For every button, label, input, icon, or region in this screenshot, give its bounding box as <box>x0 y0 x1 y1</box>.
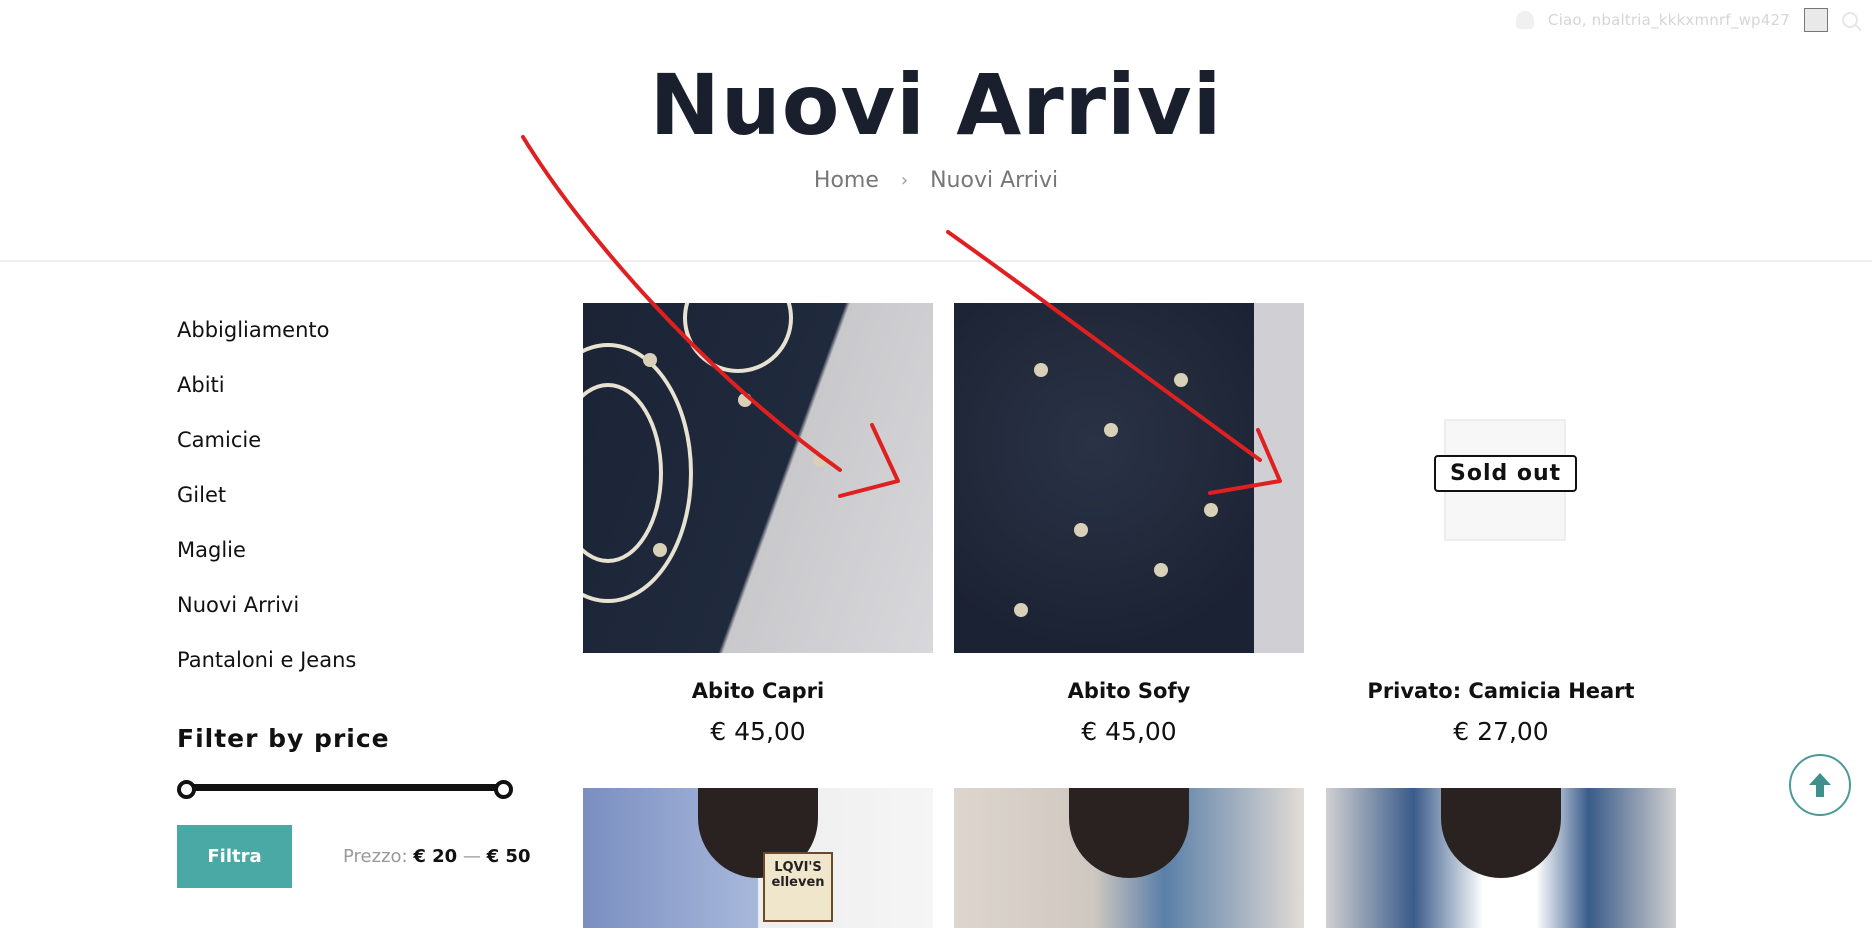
category-list: Abbigliamento Abiti Camicie Gilet Maglie… <box>177 310 517 695</box>
page-title: Nuovi Arrivi <box>649 56 1223 154</box>
arrow-up-icon <box>1809 773 1831 797</box>
embroidery-dot <box>1204 503 1218 517</box>
product-image[interactable] <box>1326 788 1676 928</box>
price-range-slider[interactable] <box>177 780 513 799</box>
price-label: Prezzo: <box>343 846 408 867</box>
page-header: Nuovi Arrivi Home › Nuovi Arrivi <box>0 0 1872 262</box>
breadcrumb: Home › Nuovi Arrivi <box>0 168 1872 193</box>
category-camicie[interactable]: Camicie <box>177 420 517 475</box>
embroidery-dot <box>813 453 827 467</box>
category-abbigliamento[interactable]: Abbigliamento <box>177 310 517 365</box>
embroidery-dot <box>1034 363 1048 377</box>
scroll-to-top-button[interactable] <box>1789 754 1851 816</box>
shirt-patch: LQVI'S elleven <box>763 852 833 922</box>
filter-price-heading: Filter by price <box>177 724 390 753</box>
sold-out-badge: Sold out <box>1434 455 1578 492</box>
product-card[interactable]: Abito Capri € 45,00 <box>583 303 933 746</box>
product-card[interactable]: Abito Sofy € 45,00 <box>954 303 1304 746</box>
embroidery-dot <box>1014 603 1028 617</box>
embroidery-dot <box>1074 523 1088 537</box>
product-card[interactable]: LQVI'S elleven <box>583 788 933 928</box>
filter-button[interactable]: Filtra <box>177 825 292 888</box>
product-image[interactable]: Sold out <box>1326 303 1676 653</box>
slider-max-handle[interactable] <box>494 780 513 799</box>
category-pantaloni-jeans[interactable]: Pantaloni e Jeans <box>177 640 517 695</box>
product-image[interactable] <box>954 303 1304 653</box>
product-price: € 45,00 <box>1081 717 1177 746</box>
price-min: € 20 <box>413 846 458 867</box>
product-image[interactable] <box>954 788 1304 928</box>
product-card[interactable] <box>1326 788 1676 928</box>
category-gilet[interactable]: Gilet <box>177 475 517 530</box>
embroidery-dot <box>643 353 657 367</box>
breadcrumb-home[interactable]: Home <box>814 168 879 193</box>
embroidery-dot <box>738 393 752 407</box>
product-image[interactable]: LQVI'S elleven <box>583 788 933 928</box>
product-price: € 27,00 <box>1453 717 1549 746</box>
chevron-right-icon: › <box>900 170 909 191</box>
product-name[interactable]: Abito Sofy <box>954 679 1304 703</box>
price-max: € 50 <box>486 846 531 867</box>
model-hair <box>1069 788 1189 878</box>
product-price: € 45,00 <box>710 717 806 746</box>
product-name[interactable]: Abito Capri <box>583 679 933 703</box>
model-hair <box>1441 788 1561 878</box>
category-abiti[interactable]: Abiti <box>177 365 517 420</box>
price-dash: — <box>462 846 481 867</box>
category-maglie[interactable]: Maglie <box>177 530 517 585</box>
product-name[interactable]: Privato: Camicia Heart <box>1326 679 1676 703</box>
product-card[interactable] <box>954 788 1304 928</box>
background-wall <box>1254 303 1304 653</box>
product-image[interactable] <box>583 303 933 653</box>
embroidery-motif <box>683 303 793 373</box>
breadcrumb-current: Nuovi Arrivi <box>930 168 1059 193</box>
slider-min-handle[interactable] <box>177 780 196 799</box>
slider-track <box>185 784 505 791</box>
embroidery-dot <box>1154 563 1168 577</box>
price-range-text: Prezzo: € 20 — € 50 <box>343 846 530 867</box>
embroidery-dot <box>1174 373 1188 387</box>
product-card[interactable]: Sold out Privato: Camicia Heart € 27,00 <box>1326 303 1676 746</box>
embroidery-dot <box>653 543 667 557</box>
embroidery-dot <box>1104 423 1118 437</box>
category-nuovi-arrivi[interactable]: Nuovi Arrivi <box>177 585 517 640</box>
